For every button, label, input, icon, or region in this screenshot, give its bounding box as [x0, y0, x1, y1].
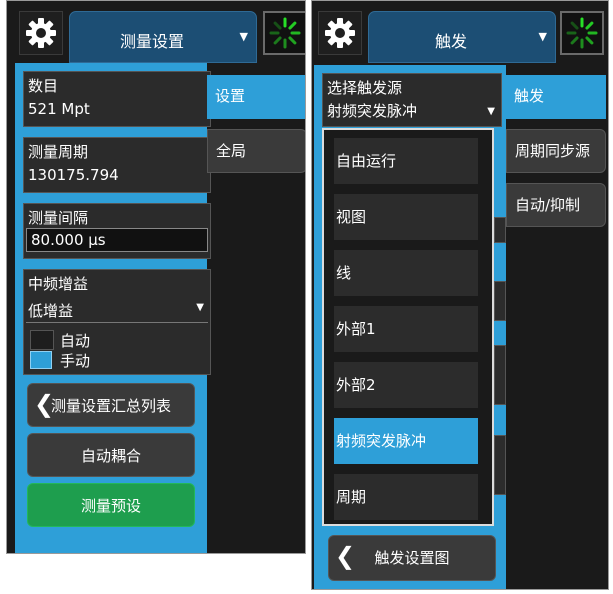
tab-period-sync-label: 周期同步源 [515, 142, 591, 160]
panel-title: 触发 [434, 32, 467, 51]
spinner-icon [566, 17, 598, 49]
auto-indicator [30, 330, 54, 350]
obscured-field [494, 345, 506, 405]
tab-trigger-label: 触发 [514, 87, 545, 105]
trigger-source-value: 射频突发脉冲 [327, 102, 418, 120]
measure-preset-button[interactable]: 测量预设 [27, 483, 195, 527]
count-value: 521 Mpt [28, 100, 90, 118]
preset-label: 测量预设 [80, 497, 141, 515]
count-field[interactable]: 数目 521 Mpt [23, 71, 211, 127]
tab-auto-holdoff[interactable]: 自动/抑制 [506, 183, 606, 227]
trigger-source-select[interactable]: 选择触发源 射频突发脉冲 ▼ [322, 73, 502, 127]
period-field[interactable]: 测量周期 130175.794 [23, 137, 211, 193]
dropdown-arrow-icon: ▼ [487, 106, 495, 117]
auto-couple-button[interactable]: 自动耦合 [27, 433, 195, 477]
spinner-button[interactable] [263, 11, 305, 55]
trigger-option[interactable]: 外部1 [334, 306, 478, 352]
gain-value: 低增益 [28, 302, 74, 320]
tab-trigger[interactable]: 触发 [506, 75, 606, 119]
period-value: 130175.794 [28, 166, 119, 184]
trigger-option[interactable]: 视图 [334, 194, 478, 240]
gear-button[interactable] [318, 11, 362, 55]
tab-global-label: 全局 [216, 142, 247, 160]
interval-input[interactable]: 80.000 µs [26, 228, 208, 252]
panel-title: 测量设置 [119, 32, 184, 51]
divider [26, 322, 208, 323]
gain-label: 中频增益 [28, 275, 89, 293]
dropdown-arrow-icon: ▼ [538, 30, 547, 43]
trigger-diagram-button[interactable]: ❮ 触发设置图 [328, 535, 496, 581]
trigger-diagram-label: 触发设置图 [374, 549, 450, 567]
settings-menu: 数目 521 Mpt 测量周期 130175.794 测量间隔 80.000 µ… [15, 63, 211, 553]
measure-settings-panel: 测量设置 ▼ 数目 521 Mpt 测量周期 130175.794 测量间隔 8… [6, 0, 306, 554]
chevron-left-icon: ❮ [34, 390, 55, 418]
obscured-field [494, 435, 506, 495]
measure-settings-dropdown[interactable]: 测量设置 ▼ [69, 11, 257, 63]
trigger-option[interactable]: 线 [334, 250, 478, 296]
tab-settings[interactable]: 设置 [207, 75, 305, 119]
dropdown-arrow-icon: ▼ [196, 302, 204, 313]
spinner-icon [269, 17, 301, 49]
gear-button[interactable] [19, 11, 63, 55]
auto-couple-label: 自动耦合 [80, 447, 141, 465]
if-gain-field[interactable]: 中频增益 低增益 ▼ 自动 手动 [23, 269, 211, 375]
trigger-option[interactable]: 自由运行 [334, 138, 478, 184]
spinner-button[interactable] [560, 11, 604, 55]
manual-label[interactable]: 手动 [60, 350, 90, 371]
trigger-panel: 触发 ▼ 选择触发源 射频突发脉冲 ▼ ❮ 触发设置图 触发 周期同步源 自动/… [311, 0, 609, 590]
manual-indicator [30, 351, 52, 369]
tab-auto-holdoff-label: 自动/抑制 [515, 196, 581, 214]
dropdown-arrow-icon: ▼ [239, 30, 248, 43]
tab-settings-label: 设置 [215, 87, 246, 105]
interval-field[interactable]: 测量间隔 80.000 µs [23, 203, 211, 259]
obscured-field [494, 281, 506, 321]
chevron-left-icon: ❮ [335, 542, 356, 570]
gear-icon [26, 18, 56, 48]
trigger-dropdown[interactable]: 触发 ▼ [368, 11, 556, 63]
trigger-option[interactable]: 外部2 [334, 362, 478, 408]
gear-icon [325, 18, 355, 48]
count-label: 数目 [28, 77, 59, 95]
period-label: 测量周期 [28, 143, 89, 161]
tab-period-sync[interactable]: 周期同步源 [506, 129, 606, 173]
summary-list-button[interactable]: ❮ 测量设置汇总列表 [27, 383, 195, 427]
trigger-source-list: 自由运行视图线外部1 外部2 射频突发脉冲 周期 [322, 128, 494, 526]
tab-global[interactable]: 全局 [207, 129, 305, 173]
interval-label: 测量间隔 [28, 209, 89, 227]
trigger-source-label: 选择触发源 [327, 79, 403, 97]
trigger-option[interactable]: 周期 [334, 474, 478, 520]
obscured-field [494, 217, 506, 243]
summary-button-label: 测量设置汇总列表 [50, 397, 171, 415]
auto-label[interactable]: 自动 [60, 330, 90, 351]
trigger-option[interactable]: 射频突发脉冲 [334, 418, 478, 464]
